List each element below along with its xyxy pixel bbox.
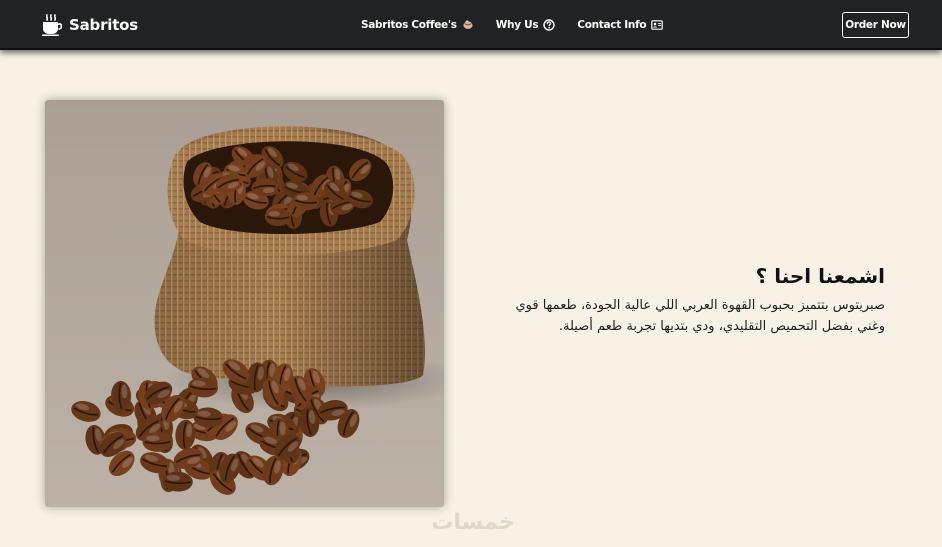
about-title: اشمعنا احنا ؟	[755, 264, 885, 288]
about-section: اشمعنا احنا ؟ صبريتوس بتتميز بحبوب القهو…	[500, 262, 885, 337]
coffee-bean	[142, 431, 173, 452]
brand-name: Sabritos	[69, 16, 139, 34]
nav-item-sabritos-coffees[interactable]: Sabritos Coffee's	[361, 19, 474, 31]
nav-item-label: Why Us	[495, 19, 539, 31]
order-now-button[interactable]: Order Now	[842, 12, 909, 38]
nav-links: Sabritos Coffee's Why Us Contact Info	[361, 17, 664, 33]
about-text: صبريتوس بتتميز بحبوب القهوة العربي اللي …	[515, 298, 885, 334]
coffee-beans-sack-photo	[45, 100, 444, 507]
navbar: Sabritos Sabritos Coffee's Why Us Contac…	[0, 0, 942, 50]
watermark-logo: خمسات	[431, 510, 515, 535]
nav-item-label: Contact Info	[577, 19, 647, 31]
question-circle-icon	[543, 19, 555, 31]
hero-illustration	[71, 126, 444, 495]
coffee-cup-icon	[42, 14, 62, 36]
nav-item-label: Sabritos Coffee's	[361, 19, 457, 31]
nav-item-contact-info[interactable]: Contact Info	[577, 19, 664, 31]
coffee-bean	[71, 400, 101, 422]
brand-logo[interactable]: Sabritos	[42, 14, 138, 36]
nav-item-why-us[interactable]: Why Us	[496, 19, 556, 31]
coffee-bean-icon	[463, 20, 473, 29]
id-card-icon	[651, 20, 664, 30]
